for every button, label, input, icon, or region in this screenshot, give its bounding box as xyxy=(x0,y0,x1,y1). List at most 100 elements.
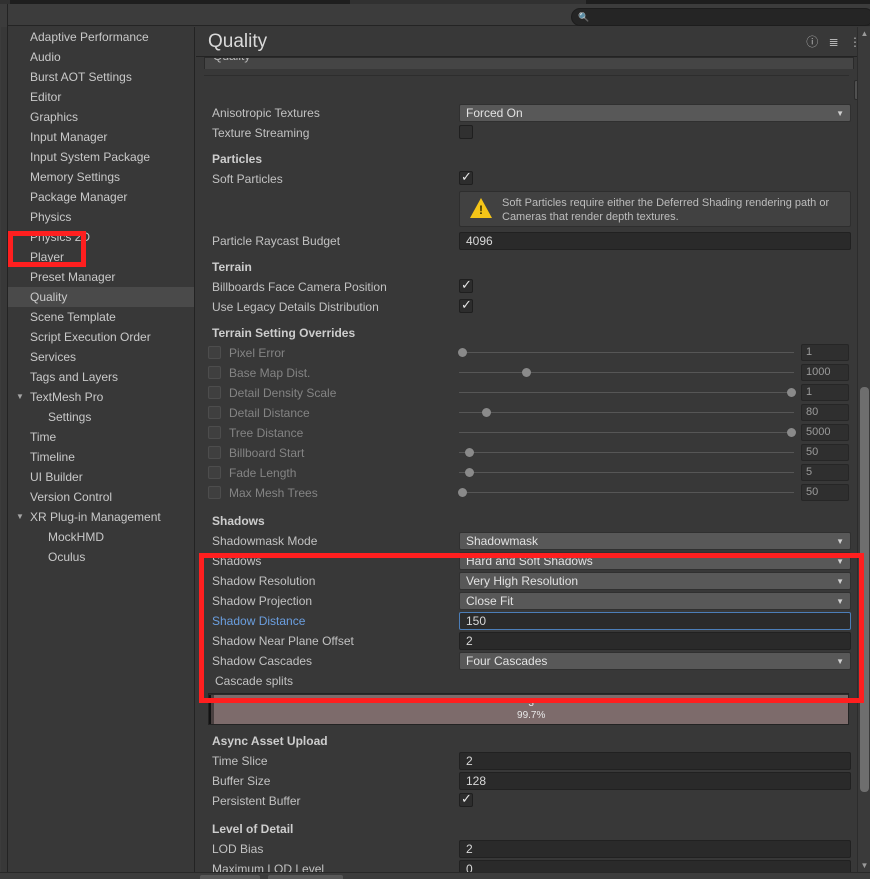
base-map-dist-override-checkbox[interactable] xyxy=(208,366,221,379)
sidebar-item-ui-builder[interactable]: UI Builder xyxy=(8,467,194,487)
fade-length-value-input[interactable]: 5 xyxy=(801,464,849,481)
soft-particles-checkbox[interactable] xyxy=(459,169,473,185)
slider-handle[interactable] xyxy=(481,408,491,417)
billboard-start-override-checkbox[interactable] xyxy=(208,446,221,459)
detail-distance-slider[interactable] xyxy=(459,408,794,417)
sidebar-item-xr-plug-in-management[interactable]: ▼ XR Plug-in Management xyxy=(8,507,194,527)
slider-handle[interactable] xyxy=(465,468,475,477)
sidebar-item-memory-settings[interactable]: Memory Settings xyxy=(8,167,194,187)
sidebar-item-scene-template[interactable]: Scene Template xyxy=(8,307,194,327)
slider-track xyxy=(459,492,794,493)
sidebar-item-input-manager[interactable]: Input Manager xyxy=(8,127,194,147)
chevron-down-icon[interactable]: ▼ xyxy=(836,105,844,122)
chevron-down-icon[interactable]: ▼ xyxy=(836,553,844,570)
base-map-dist-value-input[interactable]: 1000 xyxy=(801,364,849,381)
pixel-error-slider[interactable] xyxy=(458,348,794,357)
slider-handle[interactable] xyxy=(458,488,468,497)
max-mesh-trees-override-checkbox[interactable] xyxy=(208,486,221,499)
sidebar-item-player[interactable]: Player xyxy=(8,247,194,267)
chevron-down-icon[interactable]: ▼ xyxy=(836,533,844,550)
sidebar-item-time[interactable]: Time xyxy=(8,427,194,447)
detail-distance-value-input[interactable]: 80 xyxy=(801,404,849,421)
persistent-buffer-checkbox[interactable] xyxy=(459,791,473,807)
cascade-segment-3[interactable]: 3 99.7% xyxy=(214,695,848,724)
shadowmask-mode-dropdown[interactable]: Shadowmask ▼ xyxy=(459,532,851,550)
buffer-size-input[interactable]: 128 xyxy=(459,772,851,790)
sidebar-item-version-control[interactable]: Version Control xyxy=(8,487,194,507)
cascade-splits-bar[interactable]: 3 99.7% xyxy=(208,693,849,725)
slider-handle[interactable] xyxy=(786,388,796,397)
maximum-lod-level-input[interactable]: 0 xyxy=(459,860,851,872)
search-field[interactable]: 🔍 xyxy=(571,8,870,26)
detail-density-scale-slider[interactable] xyxy=(459,388,796,397)
slider-handle[interactable] xyxy=(786,428,796,437)
time-slice-input[interactable]: 2 xyxy=(459,752,851,770)
sidebar-item-services[interactable]: Services xyxy=(8,347,194,367)
chevron-down-icon[interactable]: ▼ xyxy=(836,593,844,610)
sidebar-item-quality[interactable]: Quality xyxy=(8,287,194,307)
billboard-start-slider[interactable] xyxy=(459,448,794,457)
slider-handle[interactable] xyxy=(522,368,531,377)
shadow-near-plane-offset-input[interactable]: 2 xyxy=(459,632,851,650)
sidebar-item-adaptive-performance[interactable]: Adaptive Performance xyxy=(8,27,194,47)
sidebar-item-physics[interactable]: Physics xyxy=(8,207,194,227)
scrollbar-thumb[interactable] xyxy=(860,387,869,792)
chevron-down-icon[interactable]: ▼ xyxy=(16,507,26,527)
row-shadow-near-plane-offset: Shadow Near Plane Offset 2 xyxy=(196,631,870,651)
billboards-face-camera-position-checkbox[interactable] xyxy=(459,277,473,293)
tree-distance-value-input[interactable]: 5000 xyxy=(801,424,849,441)
slider-handle[interactable] xyxy=(458,348,468,357)
detail-density-scale-override-checkbox[interactable] xyxy=(208,386,221,399)
shadow-resolution-dropdown[interactable]: Very High Resolution ▼ xyxy=(459,572,851,590)
sidebar-item-timeline[interactable]: Timeline xyxy=(8,447,194,467)
use-legacy-details-distribution-checkbox[interactable] xyxy=(459,297,473,313)
scroll-up-arrow-icon[interactable]: ▲ xyxy=(858,27,870,40)
sidebar-item-package-manager[interactable]: Package Manager xyxy=(8,187,194,207)
shadow-projection-dropdown[interactable]: Close Fit ▼ xyxy=(459,592,851,610)
sidebar-item-textmesh-pro[interactable]: ▼ TextMesh Pro xyxy=(8,387,194,407)
sidebar-item-input-system-package[interactable]: Input System Package xyxy=(8,147,194,167)
fade-length-override-checkbox[interactable] xyxy=(208,466,221,479)
settings-sidebar[interactable]: Adaptive Performance Audio Burst AOT Setti… xyxy=(8,27,195,872)
vertical-scrollbar[interactable]: ▲ ▼ xyxy=(857,27,870,872)
chevron-down-icon[interactable]: ▼ xyxy=(836,573,844,590)
slider-handle[interactable] xyxy=(465,448,475,457)
sidebar-item-editor[interactable]: Editor xyxy=(8,87,194,107)
sidebar-item-preset-manager[interactable]: Preset Manager xyxy=(8,267,194,287)
tree-distance-slider[interactable] xyxy=(459,428,796,437)
sidebar-item-oculus[interactable]: Oculus xyxy=(8,547,194,567)
particle-raycast-budget-input[interactable]: 4096 xyxy=(459,232,851,250)
detail-distance-override-checkbox[interactable] xyxy=(208,406,221,419)
sidebar-item-audio[interactable]: Audio xyxy=(8,47,194,67)
tree-distance-override-checkbox[interactable] xyxy=(208,426,221,439)
base-map-dist-slider[interactable] xyxy=(459,368,794,377)
preset-icon[interactable]: ≣ xyxy=(825,34,843,50)
pixel-error-value-input[interactable]: 1 xyxy=(801,344,849,361)
chevron-down-icon[interactable]: ▼ xyxy=(836,653,844,670)
sidebar-item-label: Version Control xyxy=(30,490,113,504)
help-icon[interactable]: ⓘ xyxy=(803,34,821,50)
chevron-down-icon[interactable]: ▼ xyxy=(16,387,26,407)
sidebar-item-settings[interactable]: Settings xyxy=(8,407,194,427)
sidebar-item-graphics[interactable]: Graphics xyxy=(8,107,194,127)
sidebar-item-script-execution-order[interactable]: Script Execution Order xyxy=(8,327,194,347)
billboard-start-value-input[interactable]: 50 xyxy=(801,444,849,461)
anisotropic-textures-dropdown[interactable]: Forced On ▼ xyxy=(459,104,851,122)
sidebar-item-mockhmd[interactable]: MockHMD xyxy=(8,527,194,547)
max-mesh-trees-slider[interactable] xyxy=(458,488,794,497)
shadows-dropdown[interactable]: Hard and Soft Shadows ▼ xyxy=(459,552,851,570)
search-input[interactable] xyxy=(592,10,868,25)
field-wrap: 4096 xyxy=(459,232,851,250)
fade-length-slider[interactable] xyxy=(459,468,794,477)
sidebar-item-physics-2d[interactable]: Physics 2D xyxy=(8,227,194,247)
shadow-cascades-dropdown[interactable]: Four Cascades ▼ xyxy=(459,652,851,670)
texture-streaming-checkbox[interactable] xyxy=(459,125,473,139)
shadow-distance-input[interactable]: 150 xyxy=(459,612,851,630)
pixel-error-override-checkbox[interactable] xyxy=(208,346,221,359)
detail-density-scale-value-input[interactable]: 1 xyxy=(801,384,849,401)
scroll-down-arrow-icon[interactable]: ▼ xyxy=(858,859,870,872)
max-mesh-trees-value-input[interactable]: 50 xyxy=(801,484,849,501)
lod-bias-input[interactable]: 2 xyxy=(459,840,851,858)
sidebar-item-tags-and-layers[interactable]: Tags and Layers xyxy=(8,367,194,387)
sidebar-item-burst-aot-settings[interactable]: Burst AOT Settings xyxy=(8,67,194,87)
